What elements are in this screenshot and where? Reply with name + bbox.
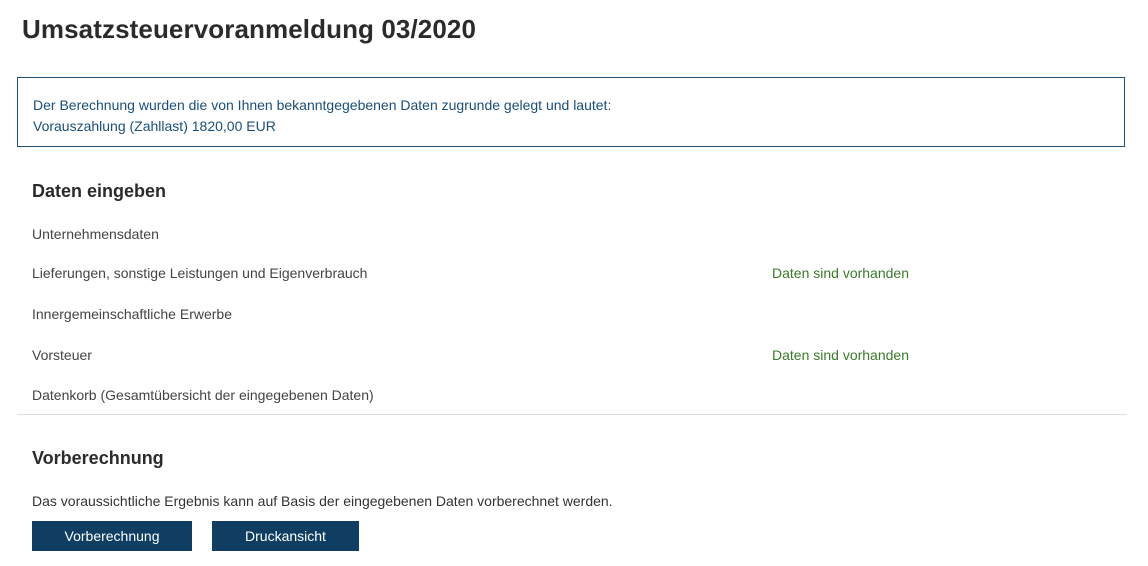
- info-text-zahllast: Vorauszahlung (Zahllast) 1820,00 EUR: [33, 118, 276, 134]
- druckansicht-button[interactable]: Druckansicht: [212, 521, 359, 551]
- list-item-label[interactable]: Unternehmensdaten: [32, 226, 159, 242]
- list-item-label[interactable]: Innergemeinschaftliche Erwerbe: [32, 306, 232, 322]
- info-text-line-1: Der Berechnung wurden die von Ihnen beka…: [33, 97, 612, 113]
- page-title: Umsatzsteuervoranmeldung 03/2020: [22, 14, 477, 44]
- status-text-daten-vorhanden: Daten sind vorhanden: [772, 347, 909, 363]
- list-item-lieferungen[interactable]: Lieferungen, sonstige Leistungen und Eig…: [32, 263, 1122, 283]
- list-item-label[interactable]: Vorsteuer: [32, 347, 92, 363]
- vorberechnung-button[interactable]: Vorberechnung: [32, 521, 192, 551]
- page: Umsatzsteuervoranmeldung 03/2020 Der Ber…: [0, 0, 1148, 566]
- section-divider: [17, 414, 1127, 415]
- list-item-vorsteuer[interactable]: Vorsteuer Daten sind vorhanden: [32, 345, 1122, 365]
- section-title-daten-eingeben: Daten eingeben: [32, 181, 167, 201]
- section-title-vorberechnung: Vorberechnung: [32, 448, 164, 468]
- vorberechnung-description: Das voraussichtliche Ergebnis kann auf B…: [32, 493, 613, 509]
- status-text-daten-vorhanden: Daten sind vorhanden: [772, 265, 909, 281]
- list-item-datenkorb[interactable]: Datenkorb (Gesamtübersicht der eingegebe…: [32, 385, 1122, 405]
- list-item-label[interactable]: Datenkorb (Gesamtübersicht der eingegebe…: [32, 387, 374, 403]
- list-item-label[interactable]: Lieferungen, sonstige Leistungen und Eig…: [32, 265, 367, 281]
- list-item-unternehmensdaten[interactable]: Unternehmensdaten: [32, 224, 1122, 244]
- result-info-box: Der Berechnung wurden die von Ihnen beka…: [17, 77, 1125, 147]
- list-item-innergemeinschaftliche-erwerbe[interactable]: Innergemeinschaftliche Erwerbe: [32, 304, 1122, 324]
